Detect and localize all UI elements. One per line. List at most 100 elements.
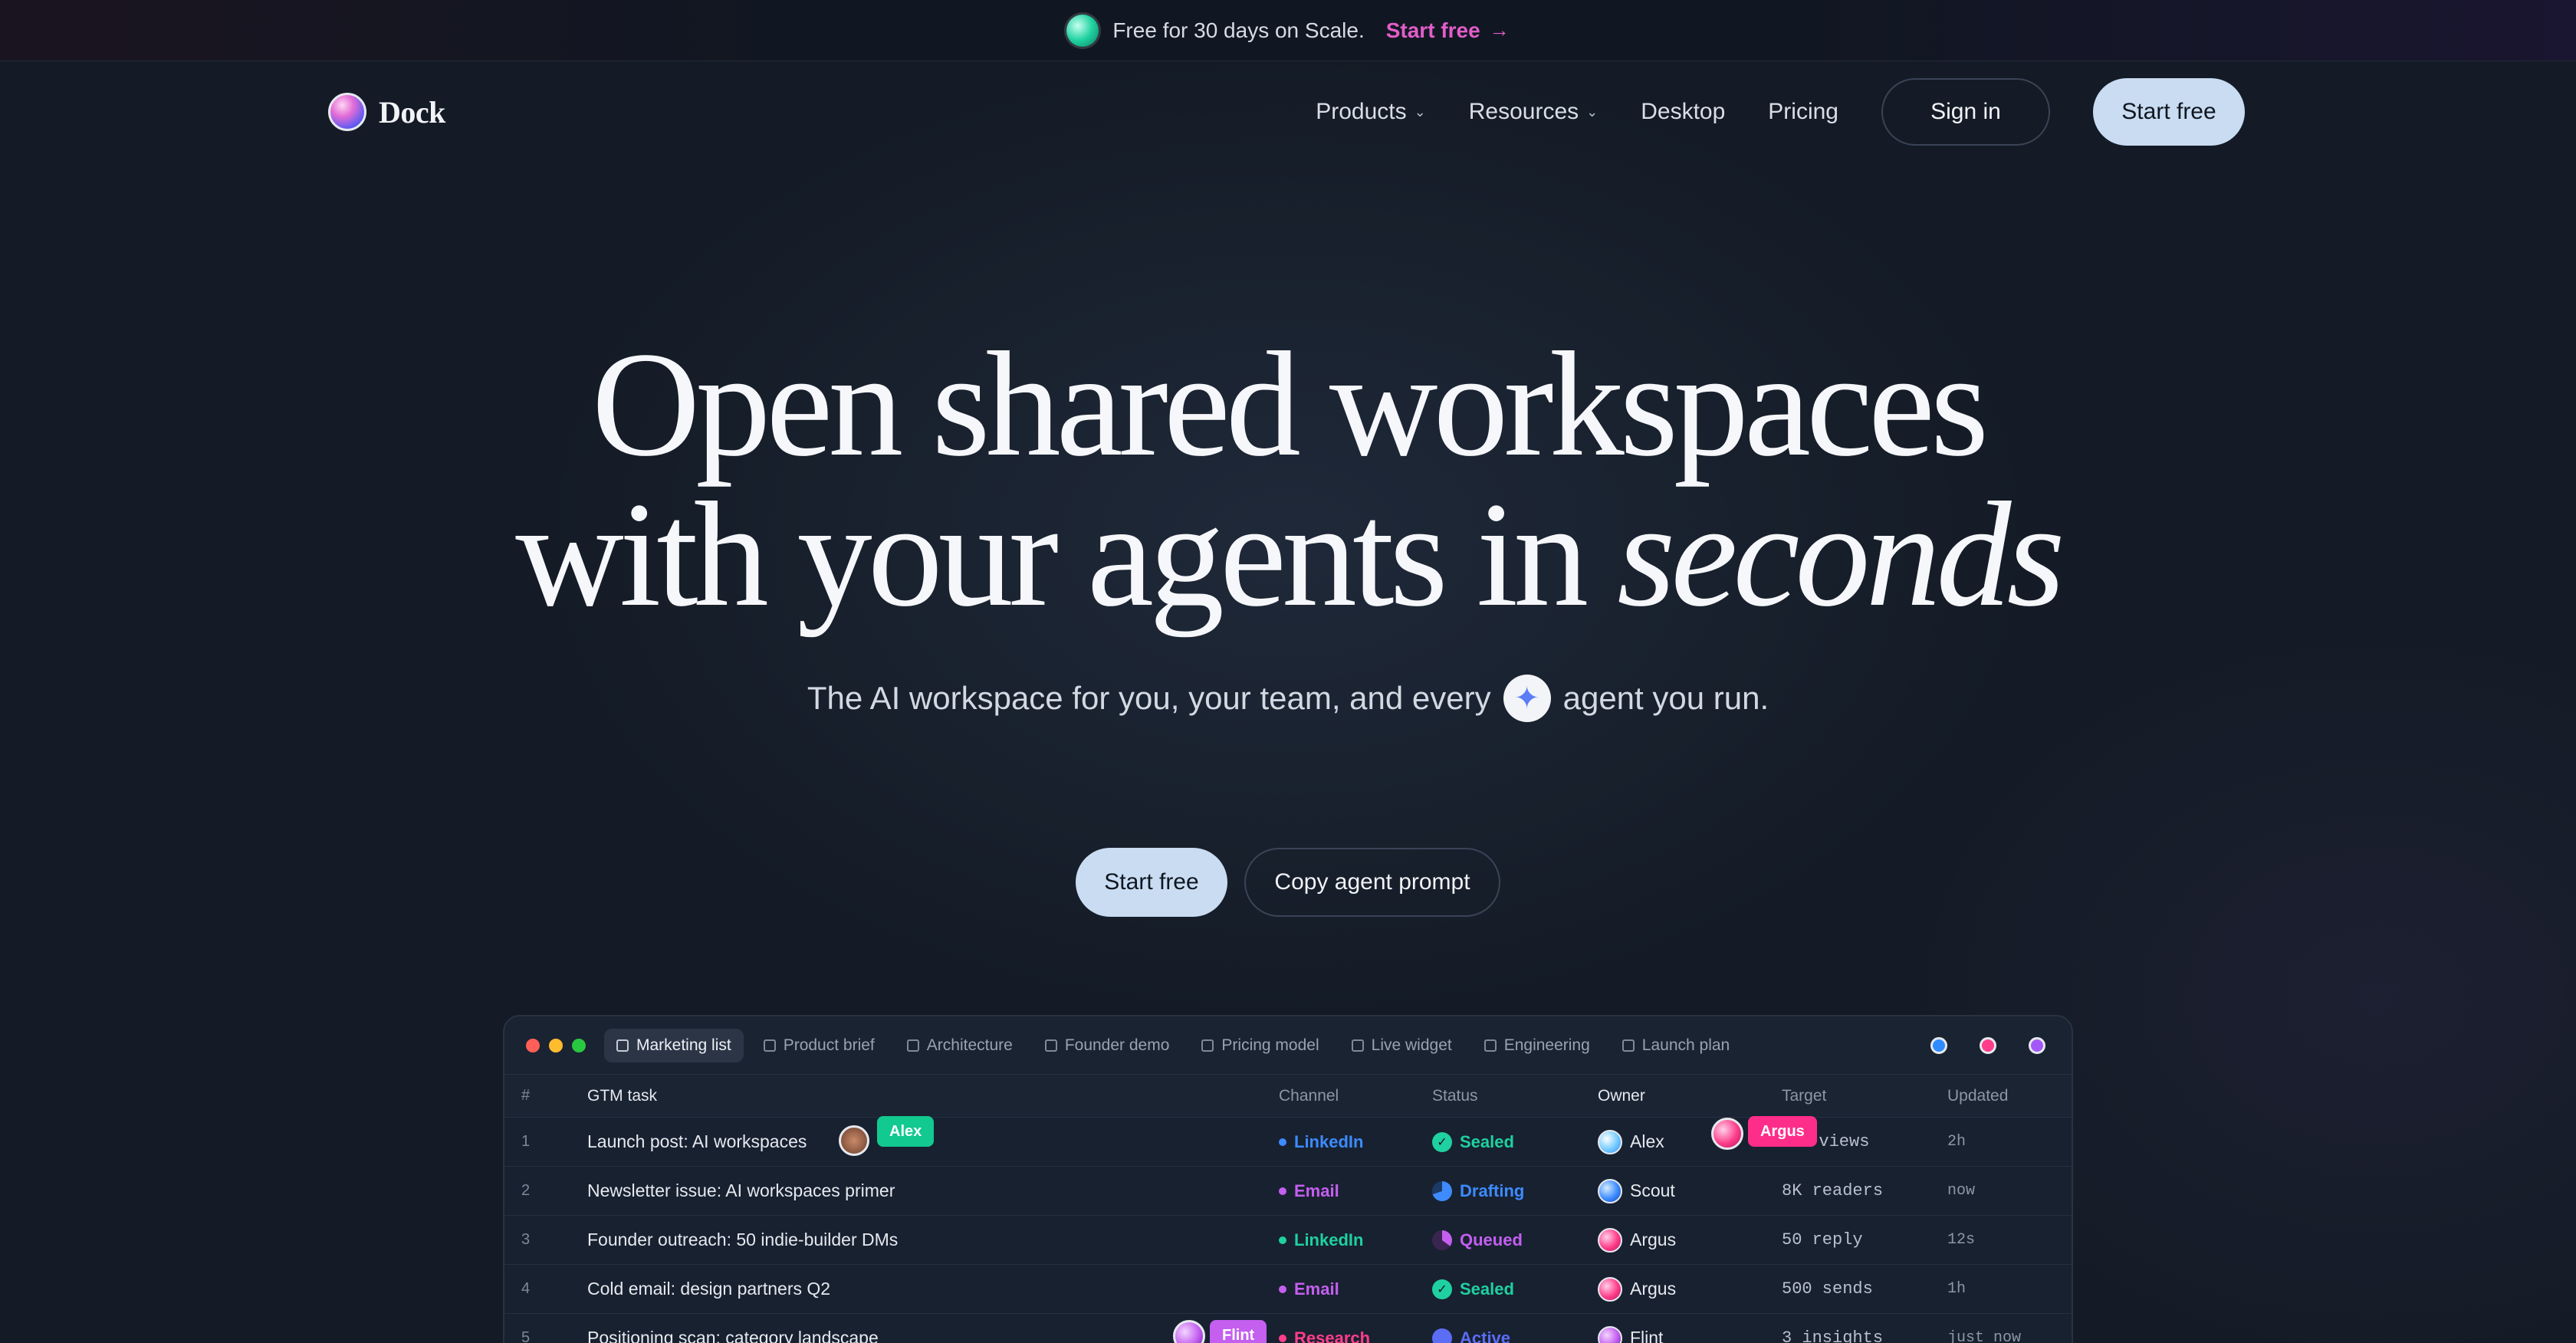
presence-avatar[interactable] <box>2029 1036 2045 1054</box>
tab-label: Founder demo <box>1064 1036 1170 1054</box>
tab-marketing-list[interactable]: Marketing list <box>604 1028 744 1062</box>
row-task[interactable]: Founder outreach: 50 indie-builder DMs <box>587 1230 1279 1250</box>
status-label: Sealed <box>1460 1131 1514 1151</box>
owner-avatar <box>1598 1227 1622 1253</box>
tab-launch-plan[interactable]: Launch plan <box>1610 1029 1742 1062</box>
owner-name: Scout <box>1630 1180 1675 1200</box>
doc-icon <box>906 1039 919 1052</box>
table-row[interactable]: 4 Cold email: design partners Q2 Email ✓… <box>504 1265 2072 1314</box>
promo-start-free-link[interactable]: Start free → <box>1386 18 1510 43</box>
target-cell: 8K readers <box>1782 1181 1884 1200</box>
hero-title-line1: Open shared workspaces <box>591 321 1989 488</box>
row-task[interactable]: Cold email: design partners Q2 <box>587 1279 1279 1299</box>
progress-ring-icon <box>1432 1180 1452 1201</box>
row-num: 5 <box>521 1329 531 1343</box>
tab-pricing-model[interactable]: Pricing model <box>1189 1029 1331 1062</box>
owner-name: Argus <box>1630 1230 1677 1249</box>
col-header-status[interactable]: Status <box>1432 1087 1598 1105</box>
app-titlebar: Marketing list Product brief Architectur… <box>504 1016 2072 1075</box>
status-label: Sealed <box>1460 1279 1514 1299</box>
maximize-dot-icon[interactable] <box>572 1038 586 1052</box>
top-nav: Dock Products ⌄ Resources ⌄ Desktop Pric… <box>328 77 2245 147</box>
hero-ctas: Start free Copy agent prompt <box>0 848 2576 917</box>
channel-cell: Email <box>1279 1181 1432 1201</box>
status-cell: Drafting <box>1432 1180 1598 1201</box>
table-row[interactable]: 5 Positioning scan: category landscape R… <box>504 1314 2072 1343</box>
status-label: Drafting <box>1460 1180 1525 1200</box>
updated-cell: 12s <box>1947 1231 1976 1249</box>
channel-cell: LinkedIn <box>1279 1132 1432 1152</box>
chevron-down-icon: ⌄ <box>1586 103 1598 120</box>
doc-icon <box>763 1039 776 1052</box>
status-cell: ✓ Sealed <box>1432 1279 1598 1299</box>
nav-resources[interactable]: Resources ⌄ <box>1469 99 1598 125</box>
status-label: Queued <box>1460 1230 1523 1249</box>
table-row[interactable]: 1 Launch post: AI workspaces LinkedIn ✓ S… <box>504 1116 2072 1167</box>
channel-dot-icon <box>1279 1187 1286 1195</box>
logo-orb-icon <box>328 93 366 131</box>
updated-cell: 1h <box>1947 1280 1967 1298</box>
logo[interactable]: Dock <box>328 93 445 131</box>
nav-products[interactable]: Products ⌄ <box>1316 99 1425 125</box>
channel-cell: Research <box>1279 1328 1432 1343</box>
agent-cursor-avatar <box>1173 1320 1205 1343</box>
close-dot-icon[interactable] <box>526 1038 540 1052</box>
owner-cell: Argus <box>1598 1276 1782 1302</box>
owner-name: Alex <box>1630 1131 1664 1151</box>
col-header-channel[interactable]: Channel <box>1279 1087 1432 1105</box>
row-num: 2 <box>521 1182 531 1199</box>
tab-architecture[interactable]: Architecture <box>895 1029 1025 1062</box>
channel-dot-icon <box>1279 1334 1286 1342</box>
tab-label: Architecture <box>926 1036 1013 1054</box>
col-header-owner[interactable]: Owner <box>1598 1087 1782 1105</box>
channel-dot-icon <box>1279 1285 1286 1293</box>
col-header-target[interactable]: Target <box>1782 1087 1947 1105</box>
status-label: Active <box>1460 1328 1511 1343</box>
tab-live-widget[interactable]: Live widget <box>1339 1029 1464 1062</box>
check-icon: ✓ <box>1432 1131 1452 1152</box>
updated-cell: 2h <box>1947 1133 1967 1151</box>
channel-cell: Email <box>1279 1279 1432 1299</box>
col-header-num[interactable]: # <box>504 1087 587 1105</box>
target-cell: 500 sends <box>1782 1279 1873 1299</box>
channel-label: LinkedIn <box>1294 1230 1364 1249</box>
nav-desktop[interactable]: Desktop <box>1641 99 1725 125</box>
presence-avatar[interactable] <box>1930 1036 1947 1054</box>
start-free-button[interactable]: Start free <box>1076 848 1227 917</box>
row-num: 3 <box>521 1231 531 1248</box>
owner-name: Argus <box>1630 1279 1677 1299</box>
copy-agent-prompt-button[interactable]: Copy agent prompt <box>1244 848 1500 917</box>
nav-pricing[interactable]: Pricing <box>1768 99 1838 125</box>
sign-in-button[interactable]: Sign in <box>1881 78 2050 146</box>
logo-text: Dock <box>379 94 445 130</box>
queued-ring-icon <box>1432 1230 1452 1250</box>
minimize-dot-icon[interactable] <box>549 1038 563 1052</box>
tab-founder-demo[interactable]: Founder demo <box>1033 1029 1182 1062</box>
nav-start-free-button[interactable]: Start free <box>2093 78 2245 146</box>
channel-dot-icon <box>1279 1138 1286 1146</box>
nav-links: Products ⌄ Resources ⌄ Desktop Pricing <box>1316 99 1838 125</box>
tab-product-brief[interactable]: Product brief <box>751 1029 887 1062</box>
app-preview-window: Marketing list Product brief Architectur… <box>503 1015 2073 1343</box>
doc-tabs: Marketing list Product brief Architectur… <box>604 1028 1742 1062</box>
col-header-updated[interactable]: Updated <box>1947 1087 2070 1105</box>
doc-icon <box>1201 1039 1214 1052</box>
table-row[interactable]: 3 Founder outreach: 50 indie-builder DMs… <box>504 1216 2072 1265</box>
status-cell: ✓ Sealed <box>1432 1131 1598 1152</box>
user-cursor-avatar <box>839 1125 869 1156</box>
row-num: 4 <box>521 1280 531 1297</box>
row-task[interactable]: Newsletter issue: AI workspaces primer <box>587 1180 1279 1201</box>
target-cell: 3 insights <box>1782 1328 1884 1343</box>
hero-subtitle-after: agent you run. <box>1562 680 1769 716</box>
owner-name: Flint <box>1630 1328 1664 1343</box>
presence-avatar[interactable] <box>1980 1036 1996 1054</box>
tab-label: Live widget <box>1371 1036 1452 1054</box>
channel-label: LinkedIn <box>1294 1131 1364 1151</box>
promo-banner: Free for 30 days on Scale. Start free → <box>0 0 2576 61</box>
table-row[interactable]: 2 Newsletter issue: AI workspaces primer… <box>504 1167 2072 1216</box>
hero-title-line2-prefix: with your agents in <box>515 471 1618 638</box>
tab-engineering[interactable]: Engineering <box>1472 1029 1602 1062</box>
col-header-task[interactable]: GTM task <box>587 1087 1279 1105</box>
channel-dot-icon <box>1279 1236 1286 1244</box>
owner-avatar <box>1598 1276 1622 1302</box>
